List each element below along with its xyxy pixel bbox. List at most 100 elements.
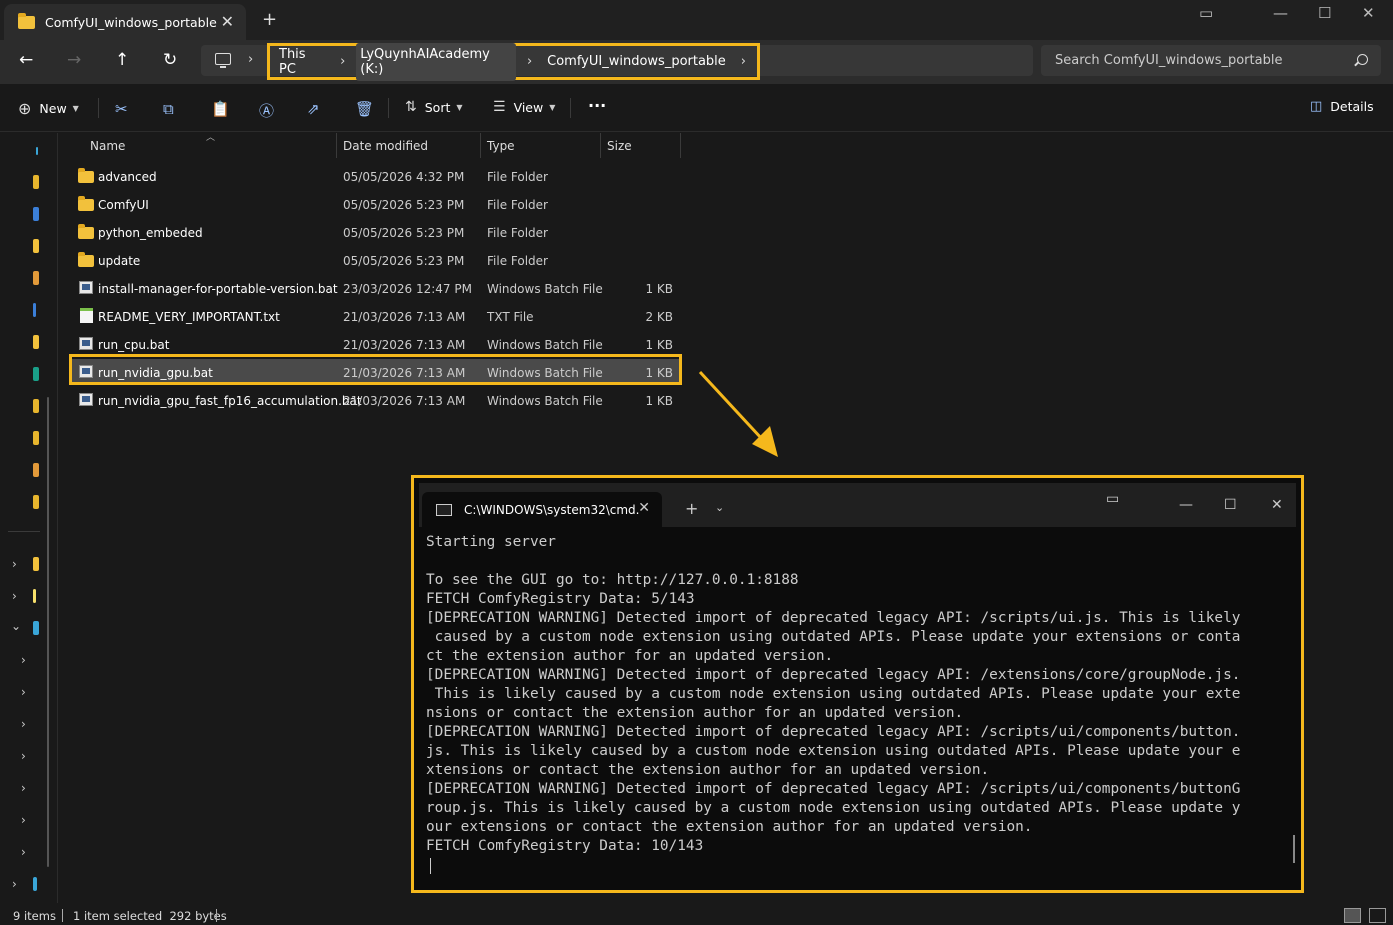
close-window-icon[interactable]: ✕ — [1271, 497, 1283, 513]
terminal-line: our extensions or contact the extension … — [426, 819, 1033, 835]
chevron-right-icon[interactable]: › — [527, 54, 532, 69]
nav-item-icon[interactable] — [33, 303, 36, 317]
refresh-icon[interactable]: ↻ — [163, 50, 177, 70]
file-row[interactable]: ComfyUI 05/05/2026 5:23 PM File Folder — [72, 191, 679, 217]
search-input[interactable]: Search ComfyUI_windows_portable — [1041, 45, 1381, 76]
divider — [8, 531, 40, 532]
chevron-right-icon[interactable]: › — [21, 717, 26, 731]
file-row[interactable]: advanced 05/05/2026 4:32 PM File Folder — [72, 163, 679, 189]
delete-icon[interactable]: 🗑 — [355, 100, 374, 118]
new-terminal-tab-button[interactable]: + — [685, 499, 698, 518]
close-window-icon[interactable]: ✕ — [1362, 4, 1375, 22]
forward-icon[interactable]: → — [67, 50, 81, 70]
column-header-name[interactable]: Name — [84, 133, 337, 158]
cut-icon[interactable]: ✂ — [115, 100, 128, 118]
column-header-date[interactable]: Date modified — [337, 133, 481, 158]
chevron-down-icon[interactable]: ⌄ — [11, 619, 21, 633]
nav-item-icon[interactable] — [33, 463, 39, 477]
file-row[interactable]: README_VERY_IMPORTANT.txt 21/03/2026 7:13… — [72, 303, 679, 329]
chevron-down-icon[interactable]: ⌄ — [715, 501, 724, 514]
command-bar: ⊕ New ▼ ✂ ⧉ 📋 Ⓐ ⇗ 🗑 ⇅ Sort ▼ ☰ View ▼ ··… — [0, 84, 1393, 132]
sidebar-scrollbar[interactable] — [47, 397, 49, 867]
nav-item-icon[interactable] — [33, 557, 39, 571]
nav-item-icon[interactable] — [33, 335, 39, 349]
file-date: 05/05/2026 5:23 PM — [343, 198, 465, 212]
breadcrumb-folder[interactable]: ComfyUI_windows_portable — [543, 50, 730, 73]
back-icon[interactable]: ← — [19, 50, 33, 70]
view-button[interactable]: ☰ View ▼ — [493, 99, 555, 115]
file-date: 21/03/2026 7:13 AM — [343, 310, 466, 324]
terminal-output[interactable]: Starting server To see the GUI go to: htt… — [426, 533, 1286, 883]
details-view-icon[interactable] — [1344, 908, 1361, 923]
close-icon[interactable]: ✕ — [638, 500, 650, 516]
snap-layout-icon[interactable]: ▭ — [1199, 4, 1213, 22]
terminal-tab[interactable]: C:\WINDOWS\system32\cmd. ✕ — [422, 492, 662, 527]
file-row[interactable]: update 05/05/2026 5:23 PM File Folder — [72, 247, 679, 273]
chevron-right-icon[interactable]: › — [21, 813, 26, 827]
nav-item-icon[interactable] — [36, 147, 38, 155]
chevron-right-icon[interactable]: › — [12, 589, 17, 603]
file-type: File Folder — [487, 254, 548, 268]
chevron-right-icon[interactable]: › — [21, 653, 26, 667]
more-options-button[interactable]: ··· — [588, 96, 606, 115]
item-count: 9 items — [13, 909, 56, 923]
file-type: Windows Batch File — [487, 338, 603, 352]
chevron-right-icon[interactable]: › — [340, 54, 345, 69]
chevron-right-icon[interactable]: › — [741, 54, 746, 69]
nav-item-icon[interactable] — [33, 621, 39, 635]
explorer-tab[interactable]: ComfyUI_windows_portable ✕ — [4, 4, 246, 40]
copy-icon[interactable]: ⧉ — [163, 100, 174, 118]
nav-item-icon[interactable] — [33, 175, 39, 189]
nav-item-icon[interactable] — [33, 589, 36, 603]
maximize-icon[interactable]: ☐ — [1224, 497, 1237, 513]
nav-item-icon[interactable] — [33, 207, 39, 221]
folder-icon — [78, 224, 94, 239]
tab-close-icon[interactable]: ✕ — [221, 12, 234, 31]
nav-item-icon[interactable] — [33, 495, 39, 509]
file-row[interactable]: run_nvidia_gpu_fast_fp16_accumulation.ba… — [72, 387, 679, 413]
column-type-label: Type — [487, 139, 515, 153]
up-icon[interactable]: ↑ — [115, 50, 129, 70]
column-header-type[interactable]: Type — [481, 133, 601, 158]
batch-file-icon — [79, 281, 93, 294]
breadcrumb-this-pc[interactable]: This PC — [275, 43, 329, 81]
chevron-right-icon[interactable]: › — [248, 52, 253, 67]
chevron-right-icon[interactable]: › — [12, 877, 17, 891]
minimize-icon[interactable]: — — [1273, 4, 1288, 22]
snap-layout-icon[interactable]: ▭ — [1106, 491, 1119, 507]
search-icon[interactable] — [1357, 54, 1368, 65]
highlight-frame — [69, 354, 682, 385]
nav-item-icon[interactable] — [33, 367, 39, 381]
minimize-icon[interactable]: — — [1179, 497, 1193, 513]
file-row[interactable]: install-manager-for-portable-version.bat… — [72, 275, 679, 301]
breadcrumb-drive[interactable]: LyQuynhAIAcademy (K:) — [356, 42, 516, 81]
nav-item-icon[interactable] — [33, 399, 39, 413]
sort-button[interactable]: ⇅ Sort ▼ — [405, 99, 463, 115]
maximize-icon[interactable]: ☐ — [1318, 4, 1331, 22]
nav-item-icon[interactable] — [33, 239, 39, 253]
chevron-right-icon[interactable]: › — [21, 749, 26, 763]
details-button[interactable]: ◫ Details — [1310, 99, 1374, 114]
chevron-right-icon[interactable]: › — [12, 557, 17, 571]
chevron-right-icon[interactable]: › — [21, 685, 26, 699]
chevron-right-icon[interactable]: › — [21, 781, 26, 795]
new-button[interactable]: ⊕ New ▼ — [18, 99, 79, 118]
folder-icon — [78, 196, 94, 211]
terminal-scrollbar[interactable] — [1293, 835, 1295, 863]
paste-icon[interactable]: 📋 — [211, 100, 230, 118]
file-row[interactable]: python_embeded 05/05/2026 5:23 PM File Fol… — [72, 219, 679, 245]
rename-icon[interactable]: Ⓐ — [259, 100, 274, 121]
nav-item-icon[interactable] — [33, 431, 39, 445]
terminal-line: To see the GUI go to: http://127.0.0.1:8… — [426, 572, 799, 588]
nav-item-icon[interactable] — [33, 271, 39, 285]
text-file-icon — [80, 308, 93, 323]
text-cursor — [430, 858, 431, 874]
nav-item-icon[interactable] — [33, 877, 37, 891]
terminal-line: ct the extension author for an updated v… — [426, 648, 834, 664]
tiles-view-icon[interactable] — [1369, 908, 1386, 923]
file-type: Windows Batch File — [487, 394, 603, 408]
column-header-size[interactable]: Size — [601, 133, 681, 158]
chevron-right-icon[interactable]: › — [21, 845, 26, 859]
new-tab-button[interactable]: + — [262, 9, 277, 30]
share-icon[interactable]: ⇗ — [307, 100, 320, 118]
